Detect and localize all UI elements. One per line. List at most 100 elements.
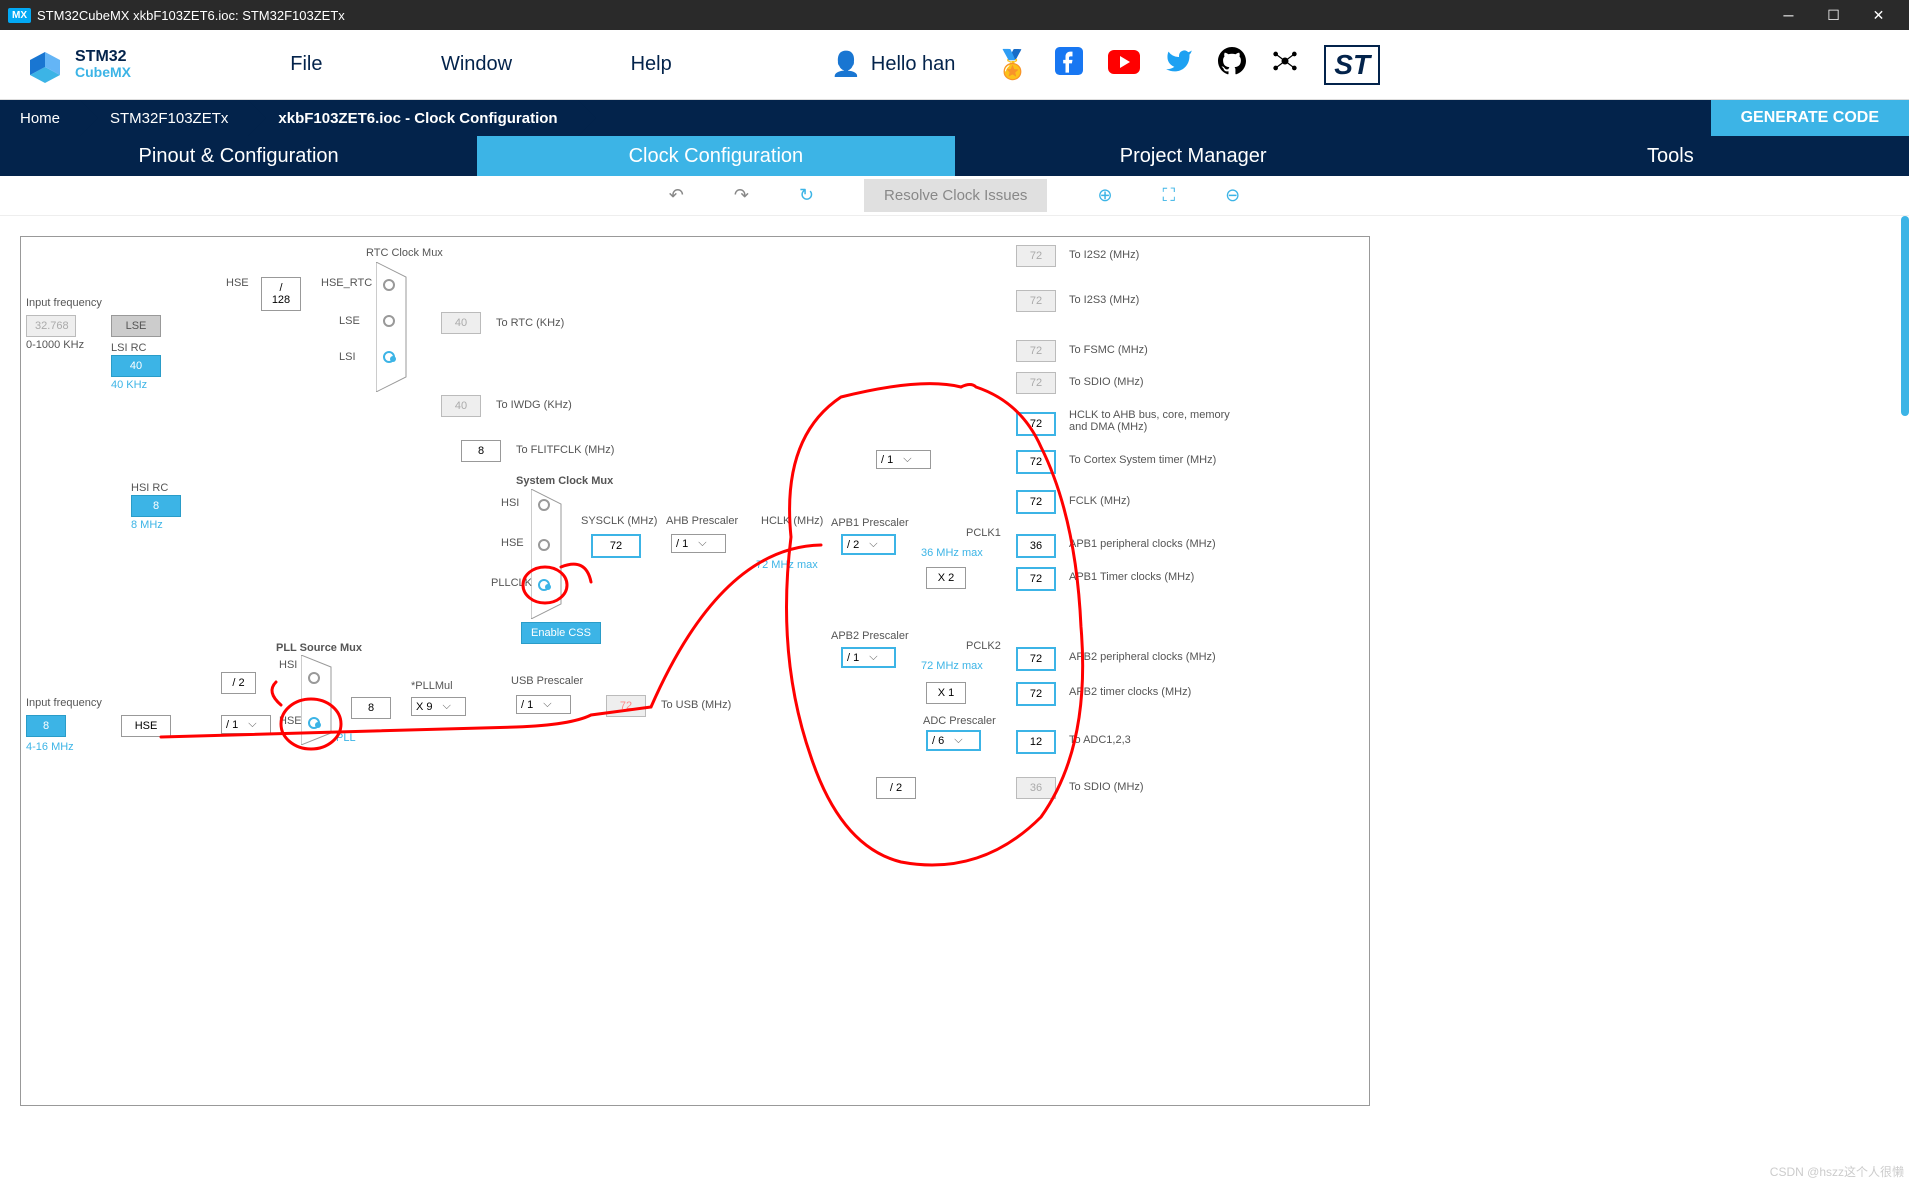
redo-icon[interactable]: ↷ [734, 185, 749, 206]
enable-css-button[interactable]: Enable CSS [521, 622, 601, 644]
menubar: STM32CubeMX File Window Help 👤 Hello han… [0, 30, 1909, 100]
rtc-mux-hse-radio[interactable] [383, 279, 395, 291]
scrollbar[interactable] [1901, 216, 1909, 416]
st-logo[interactable]: ST [1324, 45, 1380, 85]
apb2-mult: X 1 [926, 682, 966, 704]
pclk2-label: PCLK2 [966, 640, 1001, 652]
sdio2-label: To SDIO (MHz) [1069, 781, 1144, 793]
apb1-periph-output[interactable]: 36 [1016, 534, 1056, 558]
apb1-mult: X 2 [926, 567, 966, 589]
ahb-max: 72 MHz max [756, 559, 818, 571]
input-freq-hse-label: Input frequency [26, 697, 102, 709]
apb1-periph-label: APB1 peripheral clocks (MHz) [1069, 538, 1216, 550]
user-section[interactable]: 👤 Hello han [831, 50, 955, 79]
tab-pinout[interactable]: Pinout & Configuration [0, 136, 477, 176]
hse-freq-input[interactable]: 8 [26, 715, 66, 737]
lsi-val: 40 [111, 355, 161, 377]
youtube-icon[interactable] [1108, 49, 1140, 81]
sdio-div: / 2 [876, 777, 916, 799]
sys-hse-label: HSE [501, 537, 524, 549]
pll-label: PLL [336, 732, 356, 744]
sys-pllclk-label: PLLCLK [491, 577, 532, 589]
pclk2-max: 72 MHz max [921, 660, 983, 672]
rtc-mux-lsi-radio[interactable] [383, 351, 395, 363]
fclk-output[interactable]: 72 [1016, 490, 1056, 514]
tab-project[interactable]: Project Manager [955, 136, 1432, 176]
i2s3-label: To I2S3 (MHz) [1069, 294, 1139, 306]
adc-output[interactable]: 12 [1016, 730, 1056, 754]
hse-box[interactable]: HSE [121, 715, 171, 737]
pllmul-select[interactable]: X 9 [411, 697, 466, 716]
close-button[interactable]: ✕ [1856, 0, 1901, 30]
user-greeting: Hello han [871, 53, 956, 76]
hse-div-select[interactable]: / 1 [221, 715, 271, 734]
ahb-presc-select[interactable]: / 1 [671, 534, 726, 553]
menu-file[interactable]: File [290, 53, 322, 76]
lse-freq-input[interactable]: 32.768 [26, 315, 76, 337]
clock-diagram[interactable]: Input frequency 32.768 0-1000 KHz LSE LS… [20, 236, 1370, 1106]
reset-icon[interactable]: ↻ [799, 185, 814, 206]
resolve-clock-button[interactable]: Resolve Clock Issues [864, 179, 1047, 212]
facebook-icon[interactable] [1055, 47, 1083, 82]
hse-rtc-label: HSE_RTC [321, 277, 372, 289]
pll-hsi-label: HSI [279, 659, 297, 671]
adc-label: To ADC1,2,3 [1069, 734, 1131, 746]
sys-mux-hsi-radio[interactable] [538, 499, 550, 511]
fsmc-label: To FSMC (MHz) [1069, 344, 1148, 356]
apb2-presc-select[interactable]: / 1 [841, 647, 896, 668]
maximize-button[interactable]: ☐ [1811, 0, 1856, 30]
usb-presc-select[interactable]: / 1 [516, 695, 571, 714]
fit-icon[interactable]: ⛶ [1163, 185, 1176, 206]
apb2-timer-label: APB2 timer clocks (MHz) [1069, 686, 1191, 698]
apb1-timer-output[interactable]: 72 [1016, 567, 1056, 591]
tab-clock[interactable]: Clock Configuration [477, 136, 954, 176]
hsi-val: 8 [131, 495, 181, 517]
menu-help[interactable]: Help [631, 53, 672, 76]
zoom-out-icon[interactable]: ⊖ [1225, 185, 1240, 206]
apb2-timer-output[interactable]: 72 [1016, 682, 1056, 706]
hclk-output[interactable]: 72 [1016, 412, 1056, 436]
apb1-presc-select[interactable]: / 2 [841, 534, 896, 555]
github-icon[interactable] [1218, 47, 1246, 82]
rtc-output: 40 [441, 312, 481, 334]
tab-bar: Pinout & Configuration Clock Configurati… [0, 136, 1909, 176]
generate-code-button[interactable]: GENERATE CODE [1711, 100, 1909, 136]
sys-mux-hse-radio[interactable] [538, 539, 550, 551]
minimize-button[interactable]: ─ [1766, 0, 1811, 30]
crumb-home[interactable]: Home [0, 100, 80, 136]
anniversary-icon[interactable]: 🏅 [995, 48, 1030, 81]
crumb-device[interactable]: STM32F103ZETx [80, 100, 248, 136]
lse-box[interactable]: LSE [111, 315, 161, 337]
cortex-output[interactable]: 72 [1016, 450, 1056, 474]
pclk1-label: PCLK1 [966, 527, 1001, 539]
pllmul-label: *PLLMul [411, 680, 453, 692]
pll-mux-hsi-radio[interactable] [308, 672, 320, 684]
pclk1-max: 36 MHz max [921, 547, 983, 559]
app-badge: MX [8, 8, 31, 23]
pll-input: 8 [351, 697, 391, 719]
sys-mux-pllclk-radio[interactable] [538, 579, 550, 591]
adc-presc-select[interactable]: / 6 [926, 730, 981, 751]
sys-mux-label: System Clock Mux [516, 475, 613, 487]
toolbar: ↶ ↷ ↻ Resolve Clock Issues ⊕ ⛶ ⊖ [0, 176, 1909, 216]
logo: STM32CubeMX [20, 40, 131, 90]
sysclk-input[interactable]: 72 [591, 534, 641, 558]
pll-src-mux-label: PLL Source Mux [276, 642, 362, 654]
logo-text: STM32CubeMX [75, 49, 131, 81]
rtc-mux-lse-radio[interactable] [383, 315, 395, 327]
i2s2-label: To I2S2 (MHz) [1069, 249, 1139, 261]
cortex-div-select[interactable]: / 1 [876, 450, 931, 469]
lsi-rc-label: LSI RC [111, 342, 146, 354]
apb2-periph-output[interactable]: 72 [1016, 647, 1056, 671]
community-icon[interactable] [1271, 47, 1299, 82]
tab-tools[interactable]: Tools [1432, 136, 1909, 176]
menu-window[interactable]: Window [441, 53, 512, 76]
zoom-in-icon[interactable]: ⊕ [1097, 185, 1112, 206]
to-iwdg-label: To IWDG (KHz) [496, 399, 572, 411]
twitter-icon[interactable] [1165, 47, 1193, 82]
apb1-presc-label: APB1 Prescaler [831, 517, 909, 529]
crumb-file[interactable]: xkbF103ZET6.ioc - Clock Configuration [248, 100, 577, 136]
undo-icon[interactable]: ↶ [669, 185, 684, 206]
hse-range: 4-16 MHz [26, 741, 74, 753]
pll-mux-hse-radio[interactable] [308, 717, 320, 729]
